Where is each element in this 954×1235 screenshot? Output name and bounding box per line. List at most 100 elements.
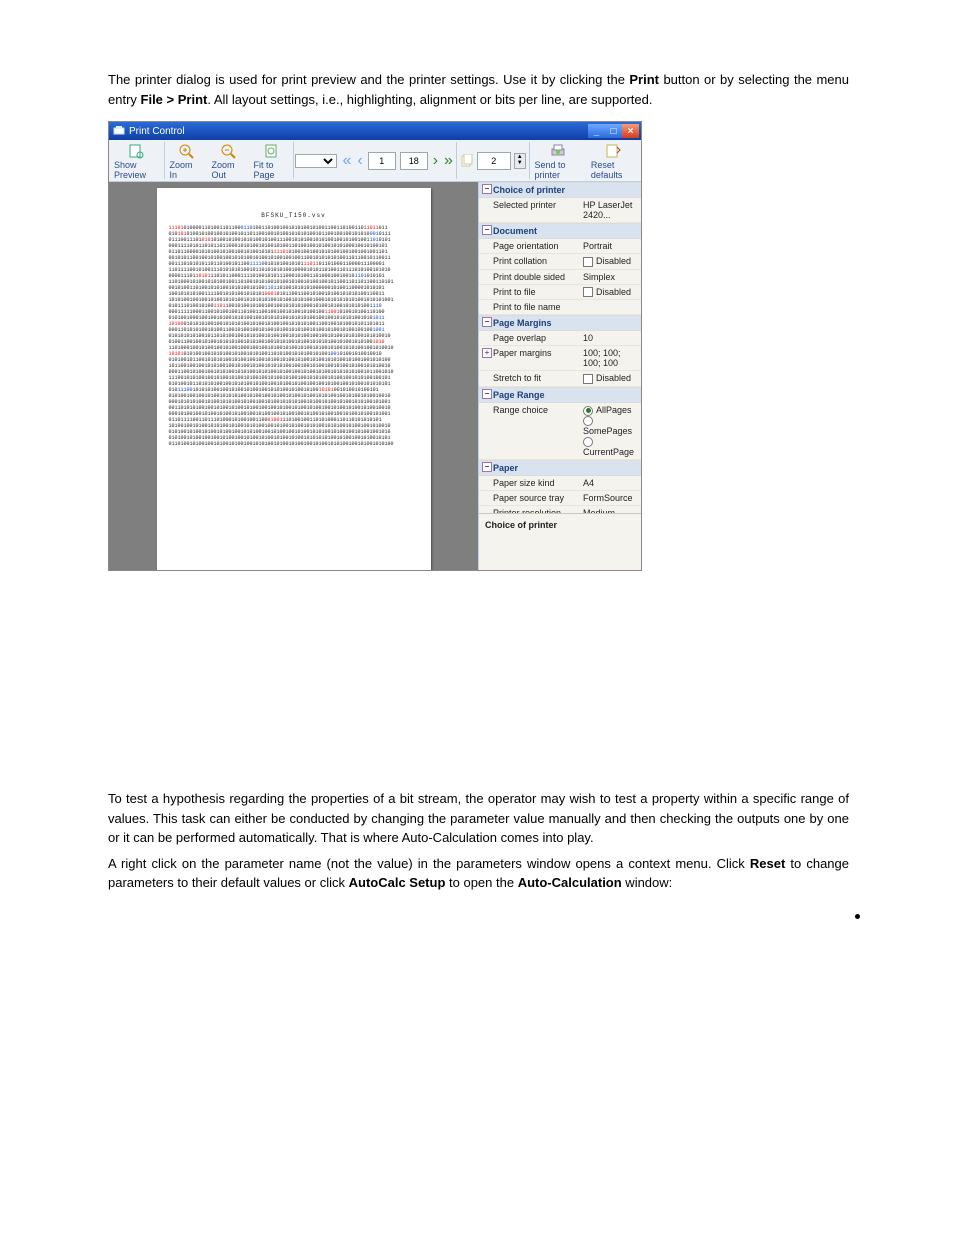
group-page-margins[interactable]: Page Margins — [479, 315, 641, 331]
radio-currentpage[interactable] — [583, 437, 593, 447]
row-page-overlap[interactable]: Page overlap 10 — [479, 331, 641, 346]
properties-panel: Choice of printer Selected printer HP La… — [478, 182, 641, 570]
preview-hex: 1110101000011010011011000110100110100100… — [169, 225, 419, 447]
label: Printer resolution — [479, 506, 581, 513]
row-page-orientation[interactable]: Page orientation Portrait — [479, 239, 641, 254]
row-paper-size-kind[interactable]: Paper size kind A4 — [479, 476, 641, 491]
radio-somepages[interactable] — [583, 416, 593, 426]
label: Print to file — [479, 285, 581, 300]
value[interactable]: Portrait — [581, 239, 641, 253]
label: Send to printer — [535, 160, 581, 180]
maximize-button[interactable]: □ — [605, 124, 622, 138]
copies-spinner[interactable]: ▲▼ — [514, 153, 526, 169]
value[interactable]: FormSource — [581, 491, 641, 505]
value[interactable]: Medium — [581, 506, 641, 513]
zoom-out-icon — [220, 143, 236, 159]
text: . All layout settings, i.e., highlightin… — [207, 92, 652, 107]
send-to-printer-button[interactable]: Send to printer — [530, 140, 586, 181]
page-total-display — [400, 152, 428, 170]
reset-icon — [605, 143, 621, 159]
next-page-button[interactable]: › — [430, 152, 441, 170]
value[interactable]: A4 — [581, 476, 641, 490]
checkbox-icon[interactable] — [583, 257, 593, 267]
row-print-double-sided[interactable]: Print double sided Simplex — [479, 270, 641, 285]
copies-input[interactable] — [477, 152, 511, 170]
checkbox-icon[interactable] — [583, 374, 593, 384]
value[interactable]: 10 — [581, 331, 641, 345]
prev-page-button[interactable]: ‹ — [354, 152, 365, 170]
label: Paper source tray — [479, 491, 581, 505]
radio-allpages[interactable] — [583, 406, 593, 416]
file-print-bold: File > Print — [141, 92, 208, 107]
print-bold: Print — [629, 72, 659, 87]
value[interactable]: 100; 100; 100; 100 — [581, 346, 641, 370]
label[interactable]: Paper margins — [479, 346, 581, 370]
property-description: Choice of printer — [479, 513, 641, 570]
row-print-to-file[interactable]: Print to file Disabled — [479, 285, 641, 301]
row-print-collation[interactable]: Print collation Disabled — [479, 254, 641, 270]
preview-icon — [128, 143, 144, 159]
row-paper-margins[interactable]: Paper margins 100; 100; 100; 100 — [479, 346, 641, 371]
copies-icon — [460, 154, 474, 168]
preview-filename: BFSKU_T150.vsv — [169, 212, 419, 219]
app-icon — [113, 125, 125, 137]
scale-select[interactable] — [295, 154, 337, 168]
reset-defaults-button[interactable]: Reset defaults — [586, 140, 641, 181]
close-button[interactable]: × — [622, 124, 639, 138]
show-preview-button[interactable]: Show Preview — [109, 140, 164, 181]
reset-bold: Reset — [750, 856, 785, 871]
preview-area: BFSKU_T150.vsv 1110101000011010011011000… — [109, 182, 478, 570]
label: Page orientation — [479, 239, 581, 253]
row-range-choice[interactable]: Range choice AllPages SomePages CurrentP… — [479, 403, 641, 460]
label: Paper size kind — [479, 476, 581, 490]
body-paragraph-2: To test a hypothesis regarding the prope… — [108, 789, 849, 848]
value[interactable]: Disabled — [581, 254, 641, 269]
body-paragraph-3: A right click on the parameter name (not… — [108, 854, 849, 893]
titlebar: Print Control _ □ × — [109, 122, 641, 140]
text: to open the — [445, 875, 517, 890]
row-paper-source-tray[interactable]: Paper source tray FormSource — [479, 491, 641, 506]
row-printer-resolution[interactable]: Printer resolution Medium — [479, 506, 641, 513]
page-current-input[interactable] — [368, 152, 396, 170]
intro-paragraph-1: The printer dialog is used for print pre… — [108, 70, 849, 109]
label: Page overlap — [479, 331, 581, 345]
label: Show Preview — [114, 160, 159, 180]
label: Zoom Out — [212, 160, 244, 180]
zoom-out-button[interactable]: Zoom Out — [207, 140, 249, 181]
text: window: — [622, 875, 673, 890]
text: The printer dialog is used for print pre… — [108, 72, 629, 87]
value[interactable]: HP LaserJet 2420... — [581, 198, 641, 222]
value[interactable]: Disabled — [581, 371, 641, 386]
window-title: Print Control — [129, 126, 185, 137]
row-stretch-to-fit[interactable]: Stretch to fit Disabled — [479, 371, 641, 387]
group-choice-of-printer[interactable]: Choice of printer — [479, 182, 641, 198]
fit-page-icon — [263, 143, 279, 159]
preview-page: BFSKU_T150.vsv 1110101000011010011011000… — [157, 188, 431, 570]
text: A right click on the parameter name (not… — [108, 856, 750, 871]
print-control-window: Print Control _ □ × Show Preview Zoom In… — [108, 121, 642, 571]
value[interactable] — [581, 300, 641, 314]
row-selected-printer[interactable]: Selected printer HP LaserJet 2420... — [479, 198, 641, 223]
row-print-to-file-name[interactable]: Print to file name — [479, 300, 641, 315]
printer-icon — [550, 143, 566, 159]
group-page-range[interactable]: Page Range — [479, 387, 641, 403]
value[interactable]: AllPages SomePages CurrentPage — [581, 403, 641, 459]
label: Selected printer — [479, 198, 581, 222]
label: Print collation — [479, 254, 581, 269]
label: Reset defaults — [591, 160, 636, 180]
label: Stretch to fit — [479, 371, 581, 386]
fit-page-button[interactable]: Fit to Page — [249, 140, 293, 181]
group-paper[interactable]: Paper — [479, 460, 641, 476]
last-page-button[interactable]: » — [441, 152, 456, 170]
label: Fit to Page — [254, 160, 288, 180]
value[interactable]: Disabled — [581, 285, 641, 300]
value[interactable]: Simplex — [581, 270, 641, 284]
first-page-button[interactable]: « — [339, 152, 354, 170]
auto-calculation-bold: Auto-Calculation — [518, 875, 622, 890]
checkbox-icon[interactable] — [583, 287, 593, 297]
zoom-in-button[interactable]: Zoom In — [165, 140, 207, 181]
label: Print double sided — [479, 270, 581, 284]
label: Print to file name — [479, 300, 581, 314]
group-document[interactable]: Document — [479, 223, 641, 239]
minimize-button[interactable]: _ — [588, 124, 605, 138]
